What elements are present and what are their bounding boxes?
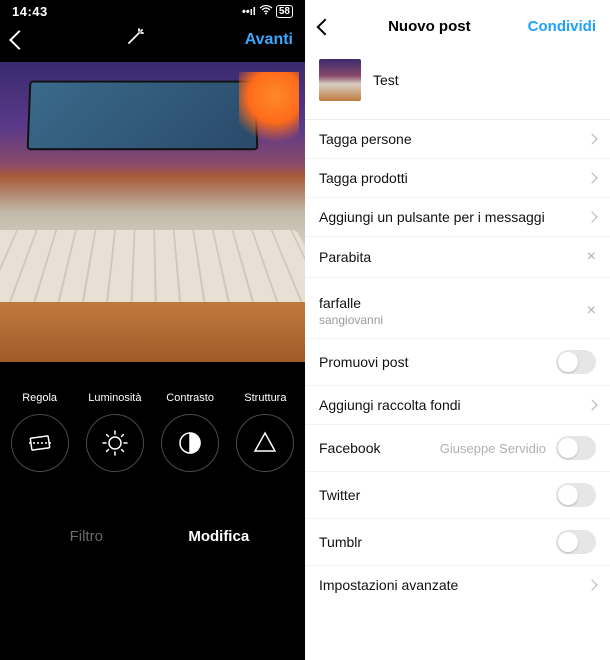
brightness-icon [86,414,144,472]
magic-wand-icon[interactable] [125,27,145,52]
next-button[interactable]: Avanti [245,31,293,49]
wifi-icon [259,5,273,18]
toggle[interactable] [556,350,596,374]
caption-text[interactable]: Test [373,72,399,88]
battery-icon: 58 [276,5,293,18]
facebook-account: Giuseppe Servidio [440,441,546,456]
clear-icon[interactable]: × [587,302,596,320]
location-label: Parabita [319,249,371,265]
status-time: 14:43 [12,4,48,19]
row-label: Promuovi post [319,354,408,370]
adjust-icon [11,414,69,472]
row-music[interactable]: farfalle sangiovanni × [305,284,610,339]
chevron-right-icon [586,579,597,590]
post-thumbnail [319,59,361,101]
row-twitter[interactable]: Twitter [305,472,610,519]
tool-label: Contrasto [166,392,214,404]
share-nav: Nuovo post Condividi [305,0,610,49]
tool-contrast[interactable]: Contrasto [161,392,219,472]
photo-preview[interactable] [0,62,305,362]
page-title: Nuovo post [388,18,471,35]
tool-adjust[interactable]: Regola [11,392,69,472]
tool-label: Struttura [244,392,286,404]
photo-lamp [239,72,299,152]
chevron-right-icon [586,211,597,222]
row-facebook[interactable]: Facebook Giuseppe Servidio [305,425,610,472]
tab-edit[interactable]: Modifica [153,520,286,553]
edit-nav: Avanti [0,21,305,62]
row-label: Facebook [319,440,380,456]
row-label: Tagga persone [319,131,412,147]
structure-icon [236,414,294,472]
row-add-message-button[interactable]: Aggiungi un pulsante per i messaggi [305,198,610,237]
row-tumblr[interactable]: Tumblr [305,519,610,566]
edit-tools: Regola Luminosità Contrasto Struttura [0,362,305,482]
signal-icon: ••ıl [242,6,256,18]
clear-icon[interactable]: × [587,248,596,266]
row-tag-people[interactable]: Tagga persone [305,120,610,159]
toggle[interactable] [556,483,596,507]
row-tag-products[interactable]: Tagga prodotti [305,159,610,198]
row-promote[interactable]: Promuovi post [305,339,610,386]
row-label: Twitter [319,487,360,503]
row-label: Impostazioni avanzate [319,577,458,593]
toggle[interactable] [556,436,596,460]
toggle[interactable] [556,530,596,554]
row-location[interactable]: Parabita × [305,237,610,278]
chevron-right-icon [586,172,597,183]
chevron-right-icon [586,133,597,144]
status-icons: ••ıl 58 [242,5,293,18]
row-label: Aggiungi un pulsante per i messaggi [319,209,545,225]
status-bar: 14:43 ••ıl 58 [0,0,305,21]
share-screen: Nuovo post Condividi Test Tagga persone … [305,0,610,660]
back-icon[interactable] [317,18,334,35]
music-artist: sangiovanni [319,313,383,327]
contrast-icon [161,414,219,472]
row-fundraiser[interactable]: Aggiungi raccolta fondi [305,386,610,425]
back-icon[interactable] [9,30,29,50]
row-advanced[interactable]: Impostazioni avanzate [305,566,610,604]
tab-filter[interactable]: Filtro [20,520,153,553]
chevron-right-icon [586,399,597,410]
row-label: Tumblr [319,534,362,550]
edit-screen: 14:43 ••ıl 58 Avanti Regola Luminosità [0,0,305,660]
tool-structure[interactable]: Struttura [236,392,294,472]
row-label: Aggiungi raccolta fondi [319,397,461,413]
tool-brightness[interactable]: Luminosità [86,392,144,472]
share-button[interactable]: Condividi [528,18,596,35]
photo-desk [0,302,305,362]
row-label: Tagga prodotti [319,170,408,186]
tool-label: Luminosità [88,392,141,404]
music-title: farfalle [319,295,383,311]
photo-monitor [27,81,259,151]
bottom-tabs: Filtro Modifica [0,520,305,553]
tool-label: Regola [22,392,57,404]
caption-row[interactable]: Test [305,49,610,120]
